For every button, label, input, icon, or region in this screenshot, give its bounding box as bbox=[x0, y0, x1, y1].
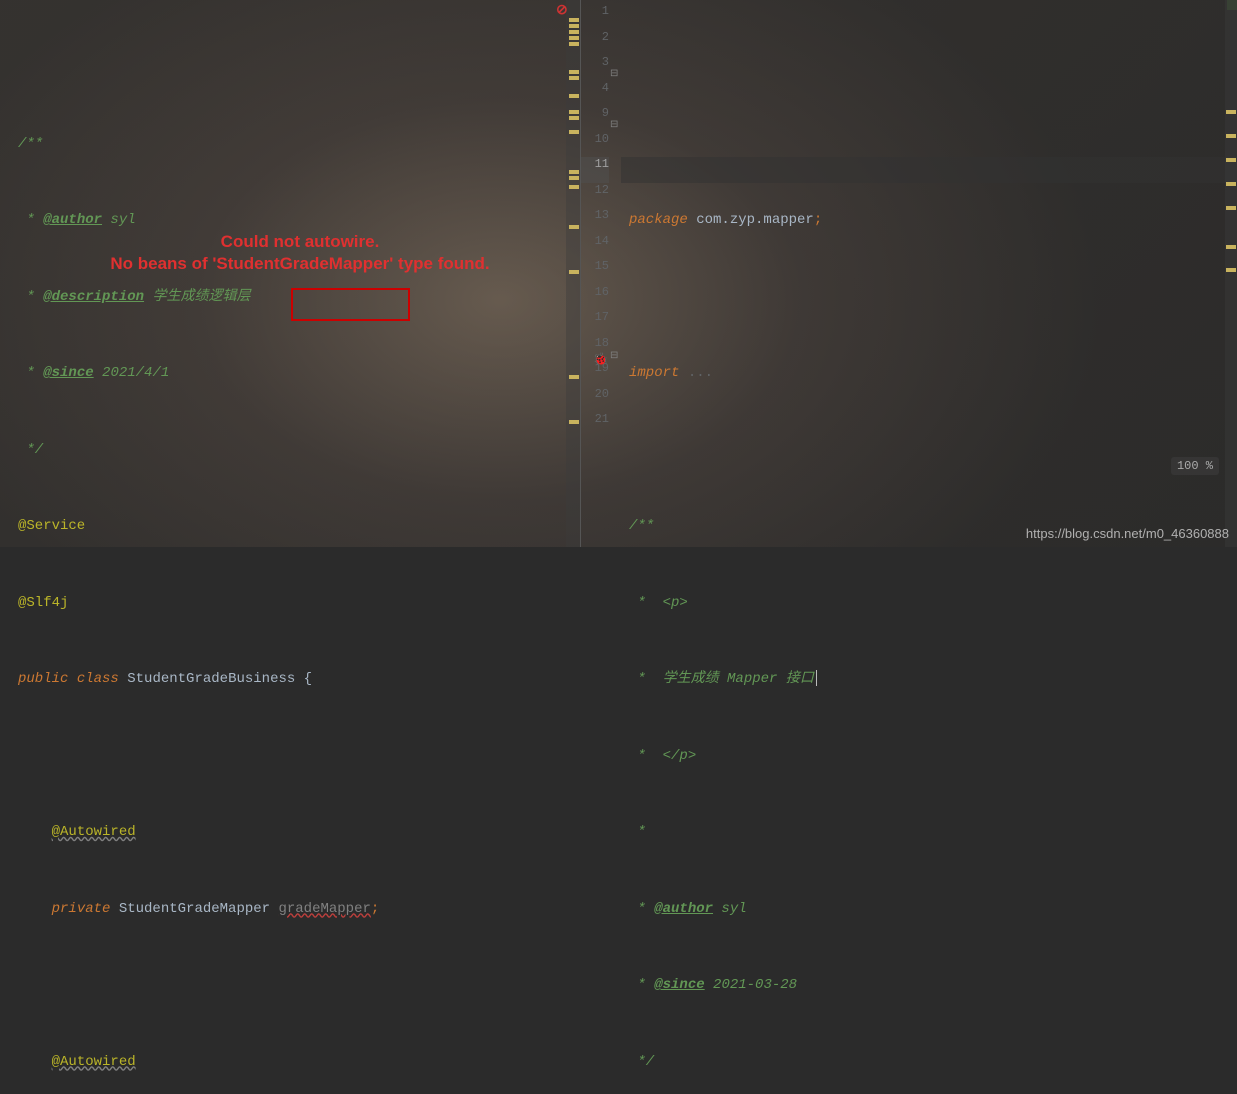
description-tag: @description bbox=[43, 289, 144, 305]
implementation-icon[interactable]: 🐞 bbox=[593, 348, 608, 374]
p-open-tag: <p> bbox=[663, 595, 688, 611]
marker-strip-right[interactable] bbox=[1225, 0, 1237, 547]
javadoc-open: /** bbox=[18, 136, 43, 152]
text-caret bbox=[816, 670, 817, 686]
code-area-right[interactable]: ⊟ ⊟ ⊟ 🐞 package com.zyp.mapper; import .… bbox=[621, 0, 1237, 547]
fold-icon[interactable]: ⊟ bbox=[610, 113, 618, 139]
watermark: https://blog.csdn.net/m0_46360888 bbox=[1026, 526, 1229, 541]
class-name: StudentGradeBusiness bbox=[127, 671, 295, 687]
gutter-left bbox=[0, 0, 10, 547]
p-close-tag: </p> bbox=[663, 748, 697, 764]
author-tag: @author bbox=[654, 901, 713, 917]
code-area-left[interactable]: /** * @author syl * @description 学生成绩逻辑层… bbox=[10, 0, 580, 547]
error-indicator-icon[interactable]: ⊘ bbox=[556, 2, 570, 16]
service-annotation: @Service bbox=[18, 518, 85, 534]
marker-strip-left[interactable]: ⊘ bbox=[566, 0, 580, 547]
author-tag: @author bbox=[43, 212, 102, 228]
editor-pane-right[interactable]: 1 2 3 4 9 10 11 12 13 14 15 16 17 18 19 … bbox=[581, 0, 1237, 547]
javadoc-open: /** bbox=[629, 518, 654, 534]
javadoc-close: */ bbox=[629, 1054, 654, 1070]
autowired-annotation: @Autowired bbox=[52, 1054, 136, 1070]
autowired-annotation: @Autowired bbox=[52, 824, 136, 840]
fold-icon[interactable]: ⊟ bbox=[610, 344, 618, 370]
zoom-level-badge[interactable]: 100 % bbox=[1171, 457, 1219, 475]
since-tag: @since bbox=[43, 365, 93, 381]
class-description: 学生成绩 Mapper 接口 bbox=[663, 671, 814, 687]
javadoc-close: */ bbox=[18, 442, 43, 458]
grade-mapper-field: gradeMapper bbox=[278, 901, 370, 917]
since-tag: @since bbox=[654, 977, 704, 993]
package-name: com.zyp.mapper bbox=[696, 212, 814, 228]
error-message: Could not autowire.No beans of 'StudentG… bbox=[50, 231, 550, 275]
fold-icon[interactable]: ⊟ bbox=[610, 62, 618, 88]
editor-pane-left[interactable]: /** * @author syl * @description 学生成绩逻辑层… bbox=[0, 0, 580, 547]
import-fold[interactable]: ... bbox=[688, 365, 713, 381]
slf4j-annotation: @Slf4j bbox=[18, 595, 68, 611]
